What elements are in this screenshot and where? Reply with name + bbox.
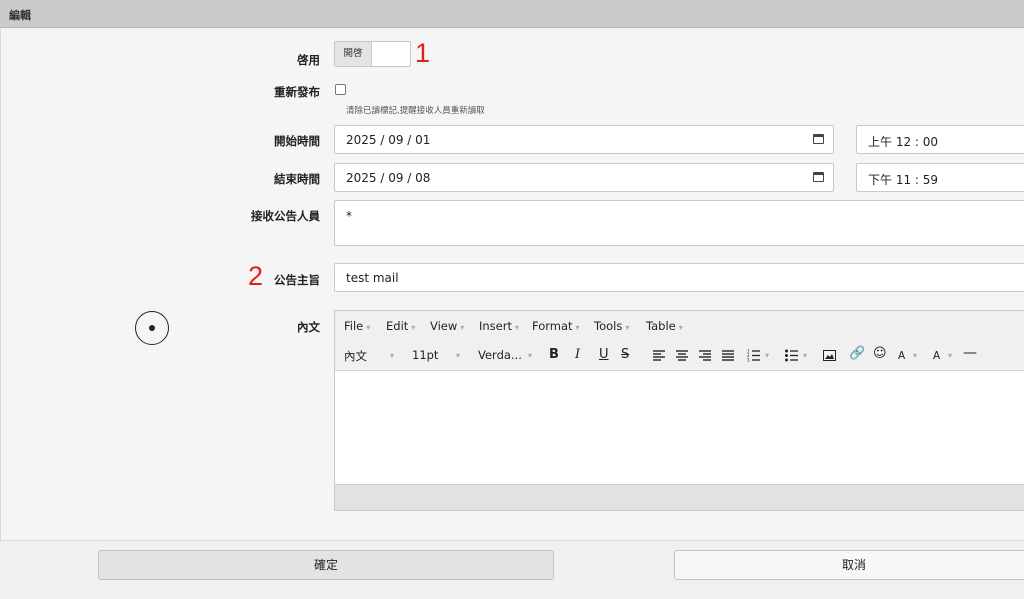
republish-label: 重新發布 [274,85,320,99]
enable-label: 啓用 [297,53,320,67]
svg-text:3: 3 [747,358,750,363]
rich-text-editor: File ▾ Edit ▾ View ▾ Insert ▾ Format ▾ Tools ▾… [334,310,1024,511]
end-time-value: 下午 11 : 59 [868,173,939,187]
align-right-icon[interactable] [699,350,711,361]
annotation-1: 1 [415,38,431,68]
start-time-value: 上午 12 : 00 [868,135,939,149]
background-color-button[interactable]: A [933,350,940,362]
image-icon[interactable] [823,350,836,361]
chevron-down-icon: ▾ [456,351,461,360]
editor-toolbar: 內文 ▾ 11pt ▾ Verda... ▾ B I U S 123 ▾ ▾ 🔗… [335,340,1024,371]
chevron-down-icon: ▾ [390,351,395,360]
horizontal-rule-icon[interactable]: — [963,345,977,361]
cancel-button[interactable]: 取消 [674,550,1024,580]
bullet-list-icon[interactable] [785,349,798,362]
chevron-down-icon: ▾ [765,351,770,360]
enable-toggle-on: 開啓 [335,42,372,66]
republish-hint: 清除已讀標記,提醒接收人員重新讀取 [346,106,485,116]
editor-menubar: File ▾ Edit ▾ View ▾ Insert ▾ Format ▾ Tools ▾… [335,311,1024,340]
record-dot-icon [149,325,155,331]
subject-label: 公告主旨 [274,273,320,287]
block-format-select[interactable]: 內文 [344,348,367,364]
dialog-footer: 確定 取消 [0,540,1024,599]
end-time-input[interactable]: 下午 11 : 59 [856,163,1024,192]
italic-button[interactable]: I [575,347,580,362]
menu-insert[interactable]: Insert ▾ [479,319,519,333]
numbered-list-icon[interactable]: 123 [747,349,760,362]
end-date-input[interactable]: 2025 / 09 / 08 [334,163,834,192]
chevron-down-icon: ▾ [803,351,808,360]
dialog-title: 編輯 [9,9,31,22]
menu-table[interactable]: Table ▾ [646,319,683,333]
enable-toggle[interactable]: 開啓 [334,41,411,67]
chevron-down-icon: ▾ [913,351,918,360]
chevron-down-icon: ▾ [948,351,953,360]
font-family-select[interactable]: Verda... [478,348,522,362]
align-left-icon[interactable] [653,350,665,361]
recipients-label: 接收公告人員 [251,209,320,223]
menu-file[interactable]: File ▾ [344,319,370,333]
record-button[interactable] [135,311,169,345]
menu-tools[interactable]: Tools ▾ [594,319,629,333]
underline-button[interactable]: U [599,347,609,362]
content-label: 內文 [297,320,320,334]
emoji-icon[interactable]: ☺ [873,346,887,361]
calendar-icon[interactable] [813,134,824,144]
text-color-button[interactable]: A [898,350,905,362]
start-date-value: 2025 / 09 / 01 [346,133,431,147]
recipients-input[interactable]: * [334,200,1024,246]
end-time-label: 結束時間 [274,172,320,186]
editor-body[interactable] [335,372,1024,485]
recipients-value: * [346,209,352,223]
end-date-value: 2025 / 09 / 08 [346,171,431,185]
subject-value: test mail [346,271,399,285]
menu-format[interactable]: Format ▾ [532,319,580,333]
bold-button[interactable]: B [549,347,559,362]
dialog-titlebar: 編輯 [0,0,1024,28]
start-time-label: 開始時間 [274,134,320,148]
start-date-input[interactable]: 2025 / 09 / 01 [334,125,834,154]
link-icon[interactable]: 🔗 [849,346,865,361]
calendar-icon[interactable] [813,172,824,182]
align-justify-icon[interactable] [722,350,734,361]
subject-input[interactable]: test mail [334,263,1024,292]
chevron-down-icon: ▾ [528,351,533,360]
align-center-icon[interactable] [676,350,688,361]
font-size-select[interactable]: 11pt [412,348,438,362]
strikethrough-button[interactable]: S [621,347,629,362]
menu-edit[interactable]: Edit ▾ [386,319,415,333]
confirm-button[interactable]: 確定 [98,550,554,580]
republish-checkbox[interactable] [335,84,346,95]
menu-view[interactable]: View ▾ [430,319,464,333]
editor-statusbar [335,484,1024,510]
start-time-input[interactable]: 上午 12 : 00 [856,125,1024,154]
